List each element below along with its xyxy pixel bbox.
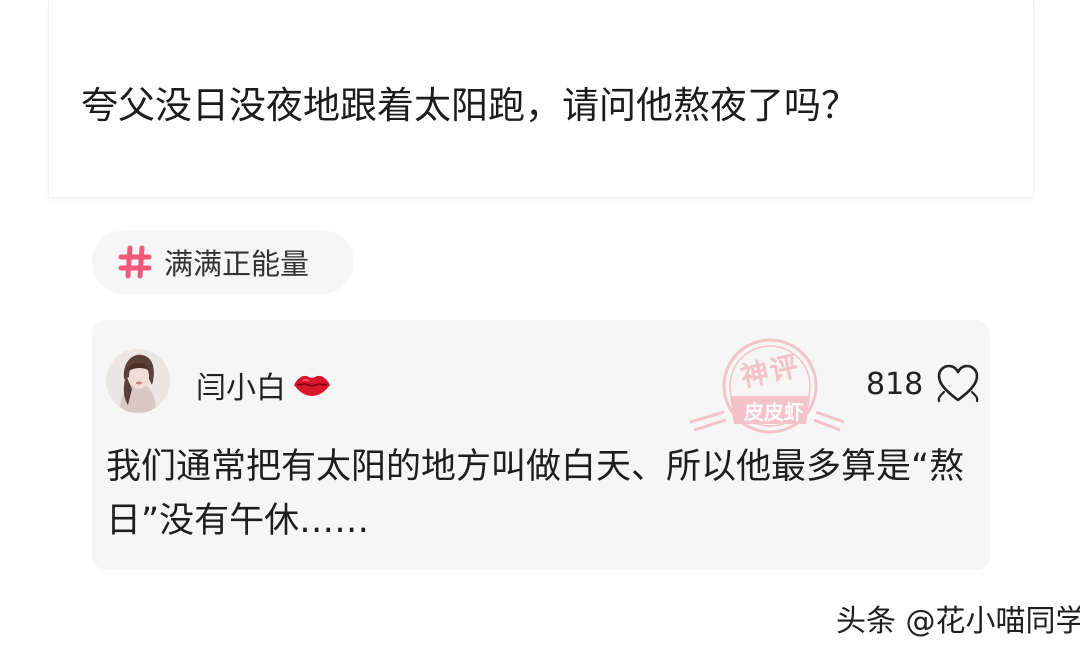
comment-text: 我们通常把有太阳的地方叫做白天、所以他最多算是“熬日”没有午休…… xyxy=(106,447,965,541)
topic-tag-chip[interactable]: 满满正能量 xyxy=(92,230,354,294)
topic-tag-label: 满满正能量 xyxy=(164,247,310,281)
post-question-text: 夸父没日没夜地跟着太阳跑，请问他熬夜了吗？ xyxy=(81,84,858,127)
hash-icon xyxy=(116,243,154,281)
username-text: 闫小白 xyxy=(196,371,286,406)
shenping-stamp: 神评 皮皮虾 xyxy=(680,326,850,456)
comment-username[interactable]: 闫小白 xyxy=(196,363,332,407)
heart-outline-icon[interactable] xyxy=(936,364,980,404)
lips-icon xyxy=(292,371,332,399)
top-comment-card: 闫小白 神评 皮皮虾 818 我们通常把有太阳的地方叫做白天、所以他最多算是“熬… xyxy=(92,320,990,570)
source-watermark: 头条 @花小喵同学 xyxy=(836,604,1080,639)
avatar[interactable] xyxy=(106,349,170,413)
post-question-card: 夸父没日没夜地跟着太阳跑，请问他熬夜了吗？ xyxy=(48,0,1034,198)
stamp-line2: 皮皮虾 xyxy=(744,400,804,424)
like-count: 818 xyxy=(866,367,924,402)
